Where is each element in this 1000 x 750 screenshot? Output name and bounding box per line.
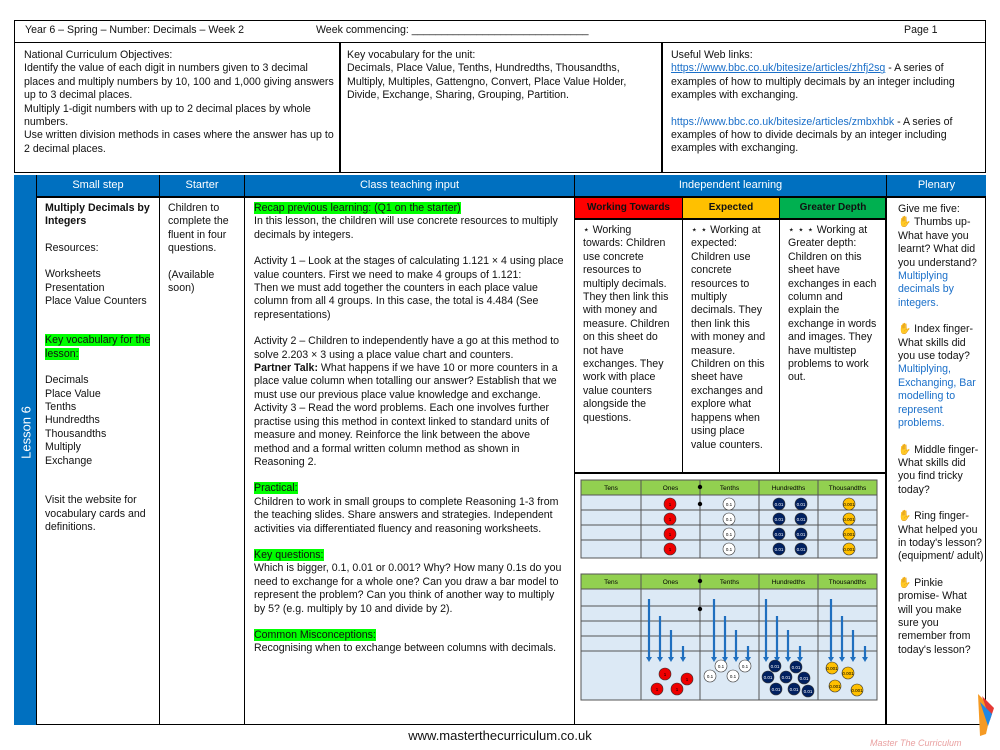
plenary-item: ✋ Pinkie promise- What will you make sur… — [898, 576, 971, 656]
counter-label: 0.1 — [707, 674, 714, 679]
pv-header-tens: Tens — [604, 579, 618, 586]
working-towards-text: ⋆ Working towards: Children use concrete… — [575, 220, 683, 473]
pv-header-tenths: Tenths — [720, 579, 740, 586]
objectives: National Curriculum Objectives: Identify … — [24, 49, 334, 155]
decimal-point — [697, 578, 703, 584]
hand-icon: ✋ — [898, 576, 915, 589]
link-divide[interactable]: https://www.bbc.co.uk/bitesize/articles/… — [671, 116, 894, 128]
counter-label: 0.001 — [843, 532, 855, 537]
counter-label: 0.001 — [829, 684, 841, 689]
counter-label: 0.01 — [775, 532, 784, 537]
counter-label: 0.01 — [797, 532, 806, 537]
counter-label: 0.01 — [771, 664, 780, 669]
pv-header-thousandths: Thousandths — [829, 485, 867, 492]
counter-label: 0.01 — [797, 517, 806, 522]
logo-text: Master The Curriculum — [870, 738, 962, 748]
pencil-logo-icon — [978, 694, 994, 736]
page-number: Page 1 — [904, 24, 938, 36]
footer-url[interactable]: www.masterthecurriculum.co.uk — [0, 728, 1000, 743]
starter-cell: Children to complete the fluent in four … — [160, 198, 245, 725]
counter-label: 0.01 — [790, 687, 799, 692]
counter-label: 0.01 — [775, 547, 784, 552]
counter-label: 0.01 — [772, 687, 781, 692]
plenary-item: ✋ Middle finger- What skills did you fin… — [898, 443, 979, 496]
header-small-step: Small step — [37, 175, 160, 197]
pv-header-tens: Tens — [604, 485, 618, 492]
counter-label: 0.001 — [843, 547, 855, 552]
lesson-label: Lesson 6 — [18, 406, 34, 459]
counter-label: 0.001 — [842, 671, 854, 676]
level-expected: Expected — [683, 198, 780, 220]
level-greater-depth: Greater Depth — [780, 198, 887, 220]
place-value-charts: Tens Ones Tenths Hundredths Thousandths1 0.1 0… — [580, 479, 878, 701]
counter-label: 0.001 — [843, 517, 855, 522]
counter-label: 0.01 — [800, 676, 809, 681]
small-step-cell: Multiply Decimals by Integers Resources:… — [37, 198, 160, 725]
counter-label: 0.001 — [851, 688, 863, 693]
counter-label: 0.01 — [764, 675, 773, 680]
web-links: Useful Web links: https://www.bbc.co.uk/… — [671, 49, 955, 155]
plenary-item: ✋ Index finger- What skills did you use … — [898, 323, 976, 430]
counter-label: 0.1 — [730, 674, 737, 679]
hand-icon: ✋ — [898, 216, 914, 229]
counter-label: 0.1 — [726, 502, 733, 507]
hand-icon: ✋ — [898, 323, 915, 336]
counter-label: 0.01 — [775, 517, 784, 522]
unit-vocabulary: Key vocabulary for the unit: Decimals, Pl… — [347, 49, 627, 102]
counter-label: 0.01 — [782, 675, 791, 680]
greater-depth-text: ⋆ ⋆ ⋆ Working at Greater depth: Children… — [780, 220, 887, 473]
page-title: Year 6 – Spring – Number: Decimals – Wee… — [25, 24, 245, 36]
counter-label: 0.1 — [726, 547, 733, 552]
counter-label: 0.1 — [742, 664, 749, 669]
pv-header-hundredths: Hundredths — [772, 485, 806, 492]
pv-header-hundredths: Hundredths — [772, 579, 806, 586]
header-plenary: Plenary — [887, 175, 986, 197]
pv-header-ones: Ones — [663, 485, 679, 492]
pv-header-ones: Ones — [663, 579, 679, 586]
hand-icon: ✋ — [898, 443, 915, 456]
hand-icon: ✋ — [898, 510, 915, 523]
link-multiply[interactable]: https://www.bbc.co.uk/bitesize/articles/… — [671, 62, 885, 74]
plenary-item: ✋ Ring finger- What helped you in today'… — [898, 510, 984, 563]
plenary-item: ✋ Thumbs up- What have you learnt? What … — [898, 216, 977, 309]
header-independent: Independent learning — [575, 175, 887, 197]
header-teaching: Class teaching input — [245, 175, 575, 197]
counter-label: 0.1 — [726, 532, 733, 537]
decimal-point — [697, 484, 703, 490]
counter-label: 0.01 — [797, 547, 806, 552]
plenary-cell: Give me five: ✋ Thumbs up- What have you… — [898, 203, 984, 656]
lesson-sidebar: Lesson 6 — [14, 175, 37, 725]
counter-label: 0.1 — [726, 517, 733, 522]
counter-label: 0.001 — [826, 666, 838, 671]
pv-header-thousandths: Thousandths — [829, 579, 867, 586]
teaching-cell: Recap previous learning: (Q1 on the star… — [245, 198, 575, 725]
decimal-point — [697, 501, 703, 507]
counter-label: 0.1 — [718, 664, 725, 669]
counter-label: 0.01 — [804, 689, 813, 694]
counter-label: 0.01 — [792, 665, 801, 670]
week-commencing: Week commencing: _______________________… — [316, 24, 589, 36]
counter-label: 0.001 — [843, 502, 855, 507]
counter-label: 0.01 — [775, 502, 784, 507]
decimal-point — [697, 606, 703, 612]
counter-label: 0.01 — [797, 502, 806, 507]
level-working-towards: Working Towards — [575, 198, 683, 220]
header-starter: Starter — [160, 175, 245, 197]
pv-header-tenths: Tenths — [720, 485, 740, 492]
expected-text: ⋆ ⋆ Working at expected: Children use co… — [683, 220, 780, 473]
step-title: Multiply Decimals by Integers — [45, 202, 150, 228]
